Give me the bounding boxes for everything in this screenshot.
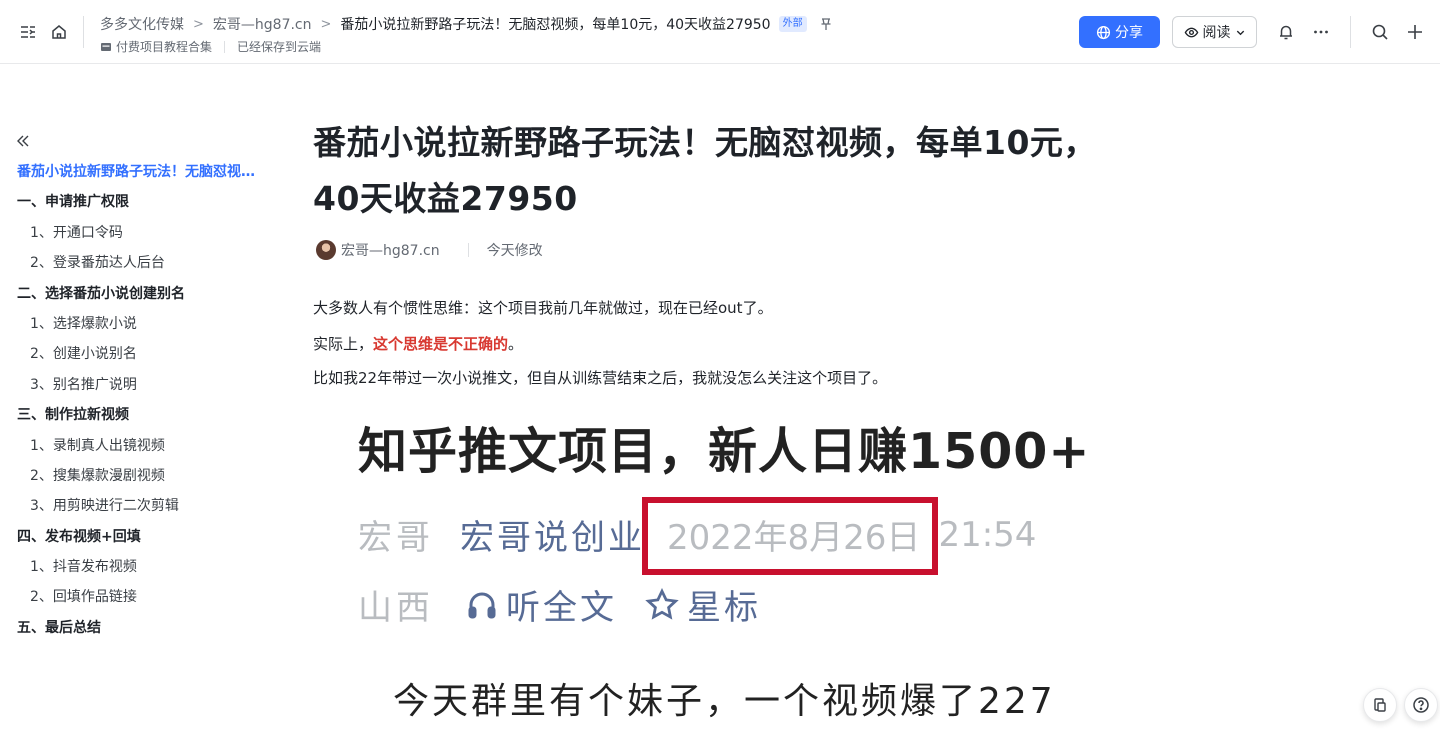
help-button[interactable] [1404,688,1438,722]
chevron-right-icon: > [193,16,204,32]
page-title-line-1: 番茄小说拉新野路子玩法！无脑怼视频，每单10元， [313,123,1097,162]
paragraph-text: 。 [508,335,524,353]
highlighted-text: 这个思维是不正确的 [373,335,509,353]
image-author: 宏哥 [358,518,434,558]
doc-meta: 宏哥—hg87.cn 今天修改 [316,240,543,260]
chevron-right-icon: > [320,16,332,32]
outline-item-h2[interactable]: 2、创建小说别名 [17,342,257,372]
divider [1350,16,1351,48]
folder-label[interactable]: 付费项目教程合集 [116,38,212,55]
image-headline: 知乎推文项目，新人日赚1500+ [358,423,1091,480]
author-name[interactable]: 宏哥—hg87.cn [341,240,440,260]
image-listen: 听全文 [506,588,617,628]
external-badge: 外部 [778,16,807,32]
toggle-sidebar-icon[interactable] [16,20,40,44]
breadcrumb-current-doc[interactable]: 番茄小说拉新野路子玩法！无脑怼视频，每单10元，40天收益27950 [340,14,770,34]
copy-link-button[interactable] [1363,688,1397,722]
chevron-down-icon [1236,30,1244,35]
breadcrumb: 多多文化传媒 > 宏哥—hg87.cn > 番茄小说拉新野路子玩法！无脑怼视频，… [100,14,833,34]
share-button[interactable]: 分享 [1079,16,1160,48]
headphones-icon [468,592,496,618]
highlight-box [642,497,938,575]
paragraph[interactable]: 比如我22年带过一次小说推文，但自从训练营结束之后，我就没怎么关注这个项目了。 [313,367,887,388]
more-icon[interactable] [1309,20,1333,44]
collapse-outline-icon[interactable] [12,130,34,152]
image-time: 21:54 [938,514,1037,555]
top-bar: 多多文化传媒 > 宏哥—hg87.cn > 番茄小说拉新野路子玩法！无脑怼视频，… [0,0,1440,64]
image-bottom-text: 今天群里有个妹子，一个视频爆了227 [393,681,1056,722]
pin-icon[interactable] [819,17,833,31]
help-icon [1413,697,1429,713]
paragraph[interactable]: 实际上，这个思维是不正确的。 [313,333,523,354]
image-location: 山西 [358,588,434,628]
avatar[interactable] [316,240,336,260]
outline-item-h1[interactable]: 五、最后总结 [17,616,257,646]
outline-item-h2[interactable]: 2、回填作品链接 [17,585,257,615]
folder-icon [100,41,112,53]
reading-mode-label: 阅读 [1202,25,1231,41]
home-icon[interactable] [47,20,71,44]
embedded-image[interactable]: 知乎推文项目，新人日赚1500+ 宏哥 宏哥说创业 2022年8月26日 21:… [313,400,1133,731]
share-label: 分享 [1115,25,1143,41]
breadcrumb-space[interactable]: 宏哥—hg87.cn [213,14,312,34]
divider [467,243,469,257]
outline-item-h2[interactable]: 3、用剪映进行二次剪辑 [17,494,257,524]
paragraph-text: 实际上， [313,335,374,353]
outline-item-h2[interactable]: 3、别名推广说明 [17,373,257,403]
doc-subline: 付费项目教程合集 已经保存到云端 [100,38,321,55]
bell-icon[interactable] [1274,20,1298,44]
image-account: 宏哥说创业 [460,518,645,558]
outline-item-h2[interactable]: 2、搜集爆款漫剧视频 [17,464,257,494]
divider [83,16,84,48]
divider [224,40,226,53]
document-icon [1374,698,1386,712]
page-title-line-2: 40天收益27950 [313,179,578,218]
image-actions: 山西 听全文 星标 [358,580,761,629]
outline-item-h1[interactable]: 二、选择番茄小说创建别名 [17,282,257,312]
outline-item-h1[interactable]: 一、申请推广权限 [17,190,257,220]
page-title[interactable]: 番茄小说拉新野路子玩法！无脑怼视频，每单10元， 40天收益27950 [313,115,1133,227]
outline-item-h1[interactable]: 三、制作拉新视频 [17,403,257,433]
image-star: 星标 [687,588,761,628]
outline-item-title[interactable]: 番茄小说拉新野路子玩法！无脑怼视频，每单10元，40天收益27950 [17,160,257,190]
paragraph[interactable]: 大多数人有个惯性思维：这个项目我前几年就做过，现在已经out了。 [313,297,773,318]
outline-item-h2[interactable]: 2、登录番茄达人后台 [17,251,257,281]
star-icon [645,587,679,620]
outline-item-h1[interactable]: 四、发布视频+回填 [17,525,257,555]
modified-status: 今天修改 [486,243,543,259]
search-icon[interactable] [1368,20,1392,44]
eye-icon [1184,27,1198,37]
breadcrumb-workspace[interactable]: 多多文化传媒 [100,14,184,34]
reading-mode-button[interactable]: 阅读 [1172,16,1257,48]
outline-item-h2[interactable]: 1、选择爆款小说 [17,312,257,342]
plus-icon[interactable] [1403,20,1427,44]
outline-item-h2[interactable]: 1、开通口令码 [17,221,257,251]
outline-item-h2[interactable]: 1、录制真人出镜视频 [17,434,257,464]
globe-icon [1096,25,1111,39]
save-status: 已经保存到云端 [237,40,322,54]
outline-item-h2[interactable]: 1、抖音发布视频 [17,555,257,585]
document-outline: 番茄小说拉新野路子玩法！无脑怼视频，每单10元，40天收益27950 一、申请推… [17,160,257,646]
